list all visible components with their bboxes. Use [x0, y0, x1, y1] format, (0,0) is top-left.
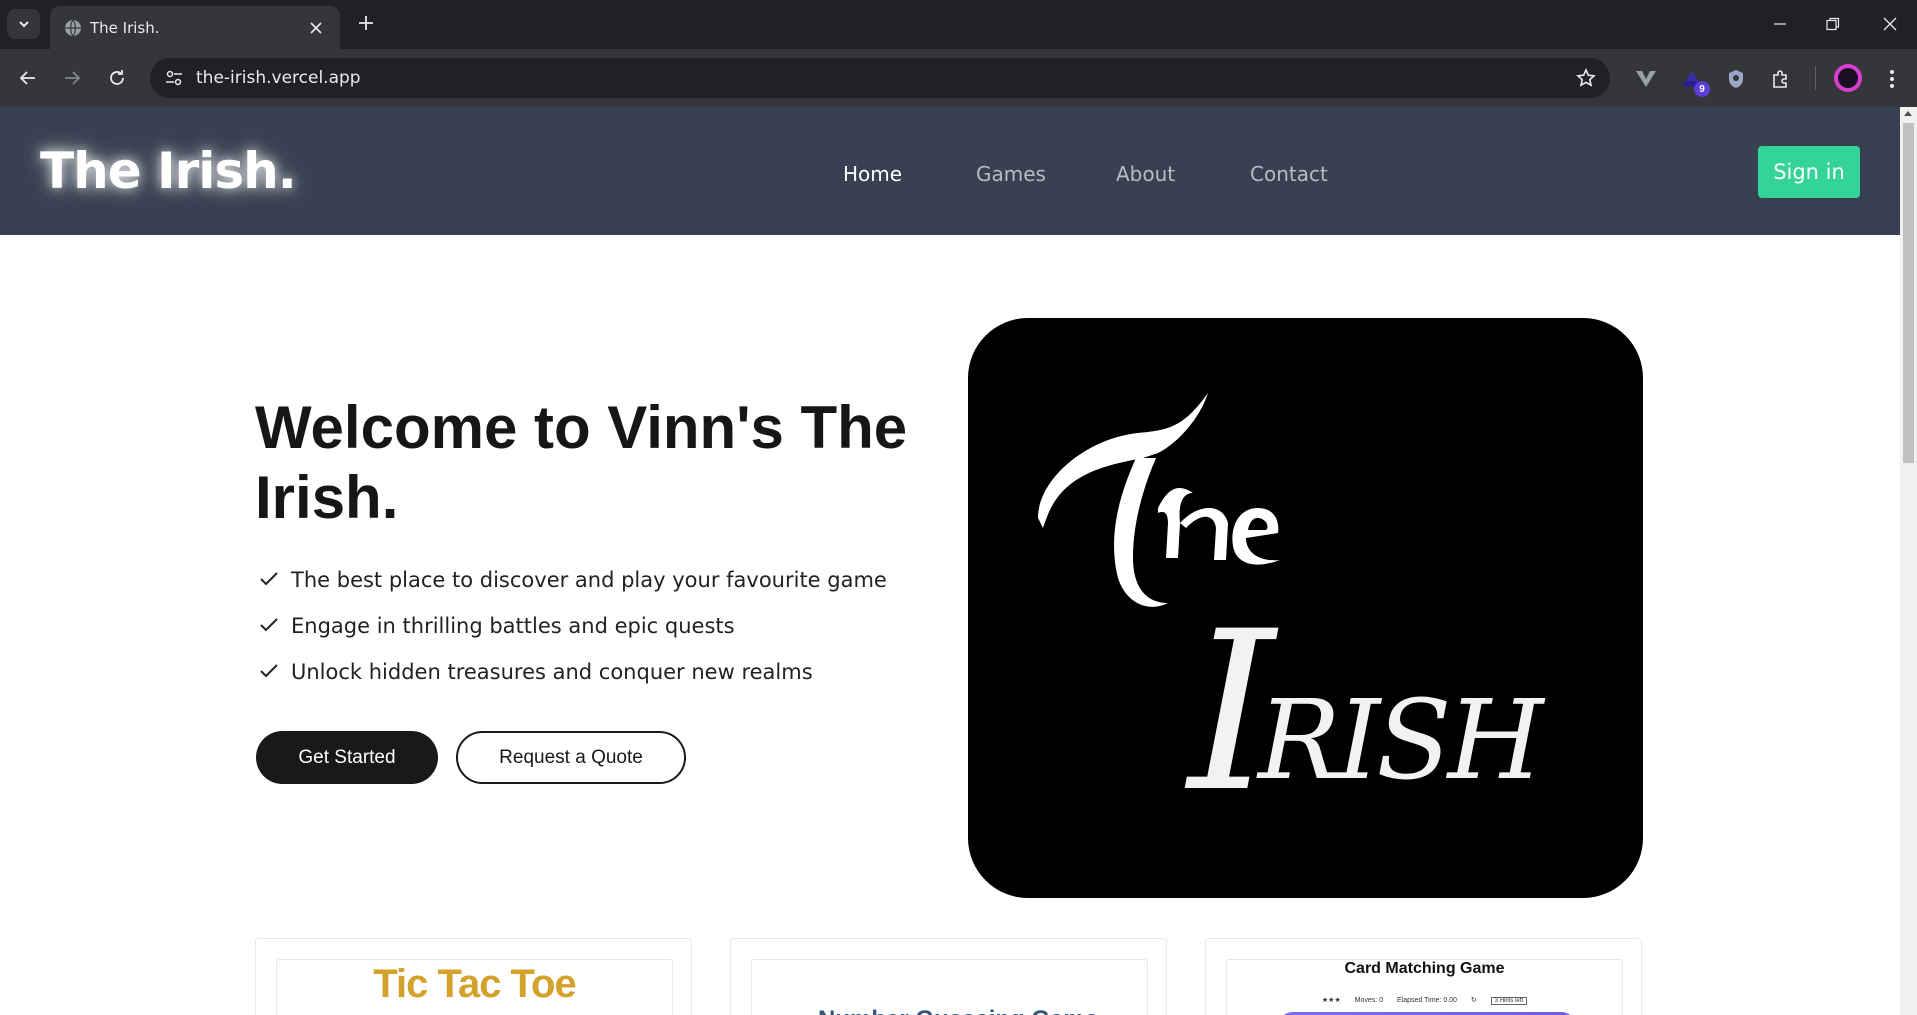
hints-badge: 3 Hints left	[1490, 997, 1528, 1005]
site-info-button[interactable]	[162, 66, 186, 90]
url-text[interactable]: the-irish.vercel.app	[196, 68, 361, 88]
arrow-left-icon	[19, 71, 35, 85]
svg-text:RISH: RISH	[1256, 676, 1546, 804]
checkmark-icon	[260, 572, 278, 586]
feature-text: The best place to discover and play your…	[291, 568, 887, 592]
game-card-preview: Number Guessing Game	[751, 959, 1148, 1015]
rating-stars: ★★★	[1321, 997, 1341, 1004]
tune-icon	[166, 70, 182, 86]
game-stats: ★★★ Moves: 0 Elapsed Time: 0.00 ↻ 3 Hint…	[1227, 996, 1622, 1005]
chevron-down-icon	[18, 21, 29, 28]
shield-icon	[1729, 70, 1743, 88]
reload-icon	[110, 70, 124, 85]
browser-tab[interactable]: The Irish.	[50, 6, 340, 49]
the-irish-logo: I RISH	[1038, 393, 1550, 840]
nav-home-link[interactable]: Home	[843, 162, 902, 186]
page-viewport: The Irish. Home Games About Contact Sign…	[0, 107, 1900, 1015]
privacy-shield-extension-button[interactable]	[1722, 65, 1750, 93]
v-logo-icon	[1636, 71, 1656, 87]
restore-button[interactable]	[1813, 9, 1853, 39]
scroll-up-arrow-icon[interactable]	[1904, 111, 1912, 116]
request-quote-button[interactable]: Request a Quote	[456, 731, 686, 784]
checkmark-icon	[260, 618, 278, 632]
game-card-number-guessing[interactable]: Number Guessing Game	[730, 938, 1167, 1015]
game-card-preview: Tic Tac Toe	[276, 959, 673, 1015]
page-scrollbar[interactable]	[1900, 107, 1917, 1015]
profile-avatar[interactable]	[1834, 64, 1862, 92]
minimize-icon	[1774, 23, 1786, 25]
game-card-preview: Card Matching Game ★★★ Moves: 0 Elapsed …	[1226, 959, 1623, 1015]
game-card-card-matching[interactable]: Card Matching Game ★★★ Moves: 0 Elapsed …	[1205, 938, 1642, 1015]
game-title: Tic Tac Toe	[373, 962, 576, 1006]
toolbar-divider	[1815, 66, 1816, 90]
globe-icon	[65, 19, 81, 37]
sign-in-button[interactable]: Sign in	[1758, 146, 1860, 198]
star-icon	[1576, 68, 1596, 87]
feature-text: Unlock hidden treasures and conquer new …	[291, 660, 813, 684]
minimize-button[interactable]	[1760, 9, 1800, 39]
feature-text: Engage in thrilling battles and epic que…	[291, 614, 735, 638]
new-tab-button[interactable]	[353, 10, 379, 36]
puzzle-icon	[1773, 70, 1787, 88]
game-title: Card Matching Game	[1344, 960, 1505, 977]
plus-icon	[359, 16, 373, 30]
nav-about-link[interactable]: About	[1116, 162, 1175, 186]
forward-button[interactable]	[57, 63, 87, 93]
tab-search-button[interactable]	[7, 9, 40, 39]
kebab-menu-icon	[1890, 70, 1894, 88]
vimium-extension-button[interactable]	[1632, 65, 1660, 93]
restore-icon	[1826, 17, 1840, 31]
back-button[interactable]	[13, 63, 43, 93]
tab-title: The Irish.	[90, 19, 160, 37]
site-header: The Irish. Home Games About Contact Sign…	[0, 107, 1900, 235]
reload-button[interactable]	[102, 63, 132, 93]
restart-icon: ↻	[1470, 997, 1477, 1004]
game-card-tic-tac-toe[interactable]: Tic Tac Toe	[255, 938, 692, 1015]
close-icon	[310, 22, 322, 34]
nav-games-link[interactable]: Games	[976, 162, 1046, 186]
close-window-button[interactable]	[1870, 9, 1910, 39]
scroll-thumb[interactable]	[1903, 123, 1914, 463]
hero-title: Welcome to Vinn's The Irish.	[255, 394, 908, 531]
extension-with-badge-button[interactable]: 9	[1678, 65, 1710, 97]
nav-contact-link[interactable]: Contact	[1250, 162, 1328, 186]
avatar-image	[1838, 68, 1858, 88]
site-logo[interactable]: The Irish.	[40, 142, 297, 200]
close-icon	[1883, 17, 1897, 31]
browser-menu-button[interactable]	[1878, 65, 1906, 93]
extensions-menu-button[interactable]	[1767, 65, 1795, 93]
browser-toolbar: the-irish.vercel.app 9	[0, 49, 1917, 107]
tab-close-button[interactable]	[306, 18, 326, 38]
moves-counter: Moves: 0	[1354, 997, 1384, 1004]
arrow-right-icon	[65, 71, 81, 85]
checkmark-icon	[260, 664, 278, 678]
hero-logo-image: I RISH	[968, 318, 1643, 898]
address-bar[interactable]: the-irish.vercel.app	[150, 58, 1610, 98]
browser-tab-bar: The Irish.	[0, 0, 1917, 49]
elapsed-time: Elapsed Time: 0.00	[1397, 997, 1457, 1004]
extension-badge: 9	[1694, 81, 1710, 97]
bookmark-button[interactable]	[1574, 66, 1598, 90]
game-title: Number Guessing Game	[818, 1006, 1098, 1015]
get-started-button[interactable]: Get Started	[256, 731, 438, 784]
